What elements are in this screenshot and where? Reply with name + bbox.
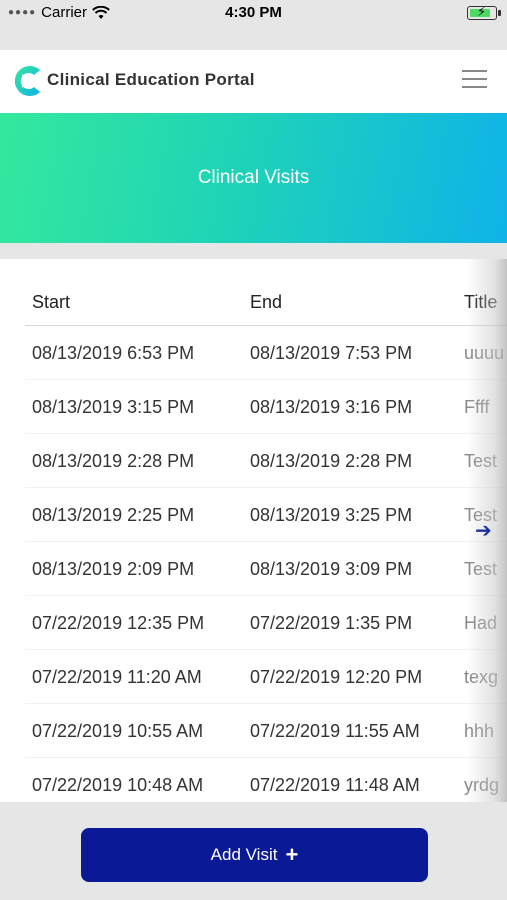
portal-logo[interactable] (10, 62, 46, 100)
status-bar: ●●●● Carrier 4:30 PM ⚡ (0, 0, 507, 28)
cell-start: 07/22/2019 12:35 PM (32, 613, 205, 633)
add-visit-button[interactable]: Add Visit + (81, 828, 428, 882)
cell-start: 07/22/2019 11:20 AM (32, 667, 202, 687)
footer-bar: Add Visit + (0, 802, 507, 900)
table-row[interactable]: 07/22/2019 11:20 AM 07/22/2019 12:20 PM … (25, 650, 507, 704)
cell-start: 08/13/2019 2:09 PM (32, 559, 195, 579)
table-row[interactable]: 08/13/2019 3:15 PM 08/13/2019 3:16 PM Ff… (25, 380, 507, 434)
cell-start: 08/13/2019 6:53 PM (32, 343, 195, 363)
column-header-end[interactable]: End (250, 292, 282, 313)
cell-title: Test (464, 559, 498, 579)
page-banner: Clinical Visits (0, 113, 507, 243)
app-header: Clinical Education Portal (0, 50, 507, 113)
cell-title: hhh (464, 721, 495, 741)
cell-end: 08/13/2019 3:25 PM (250, 505, 413, 525)
brand-title: Clinical Education Portal (47, 70, 255, 89)
menu-line (462, 86, 487, 88)
status-time: 4:30 PM (225, 4, 282, 21)
table-row[interactable]: 07/22/2019 10:55 AM 07/22/2019 11:55 AM … (25, 704, 507, 758)
table-header: Start End Title (25, 259, 507, 326)
cell-end: 08/13/2019 3:16 PM (250, 397, 413, 417)
cell-start: 08/13/2019 2:28 PM (32, 451, 195, 471)
menu-line (462, 78, 487, 80)
cell-title: Ffff (464, 397, 490, 417)
cell-end: 07/22/2019 1:35 PM (250, 613, 413, 633)
menu-line (462, 70, 487, 72)
cell-end: 08/13/2019 3:09 PM (250, 559, 413, 579)
cell-title: uuuu (464, 343, 505, 363)
cell-end: 08/13/2019 2:28 PM (250, 451, 413, 471)
table-row[interactable]: 08/13/2019 2:09 PM 08/13/2019 3:09 PM Te… (25, 542, 507, 596)
cell-end: 07/22/2019 12:20 PM (250, 667, 423, 687)
hamburger-menu-icon[interactable] (462, 70, 487, 92)
cell-title: Had (464, 613, 498, 633)
plus-icon: + (285, 842, 299, 867)
table-row[interactable]: 07/22/2019 10:48 AM 07/22/2019 11:48 AM … (25, 758, 507, 802)
cell-start: 07/22/2019 10:48 AM (32, 775, 204, 795)
cell-end: 08/13/2019 7:53 PM (250, 343, 413, 363)
cell-title: texg (464, 667, 499, 687)
cell-end: 07/22/2019 11:55 AM (250, 721, 420, 741)
cell-start: 07/22/2019 10:55 AM (32, 721, 204, 741)
visits-table[interactable]: Start End Title 08/13/2019 6:53 PM 08/13… (0, 259, 507, 802)
table-row[interactable]: 08/13/2019 6:53 PM 08/13/2019 7:53 PM uu… (25, 326, 507, 380)
arrow-right-icon[interactable]: ➔ (475, 518, 495, 542)
cell-title: Test (464, 451, 498, 471)
column-header-start[interactable]: Start (32, 292, 70, 313)
battery-icon: ⚡ (467, 4, 501, 20)
add-visit-label: Add Visit (210, 845, 278, 864)
cell-title: yrdg (464, 775, 500, 795)
cell-end: 07/22/2019 11:48 AM (250, 775, 420, 795)
table-row[interactable]: 08/13/2019 2:25 PM 08/13/2019 3:25 PM Te… (25, 488, 507, 542)
table-row[interactable]: 08/13/2019 2:28 PM 08/13/2019 2:28 PM Te… (25, 434, 507, 488)
column-header-title[interactable]: Title (464, 292, 497, 313)
page-title: Clinical Visits (197, 167, 310, 188)
table-row[interactable]: 07/22/2019 12:35 PM 07/22/2019 1:35 PM H… (25, 596, 507, 650)
cell-start: 08/13/2019 3:15 PM (32, 397, 195, 417)
cell-start: 08/13/2019 2:25 PM (32, 505, 195, 525)
charging-bolt-icon: ⚡ (477, 4, 487, 19)
